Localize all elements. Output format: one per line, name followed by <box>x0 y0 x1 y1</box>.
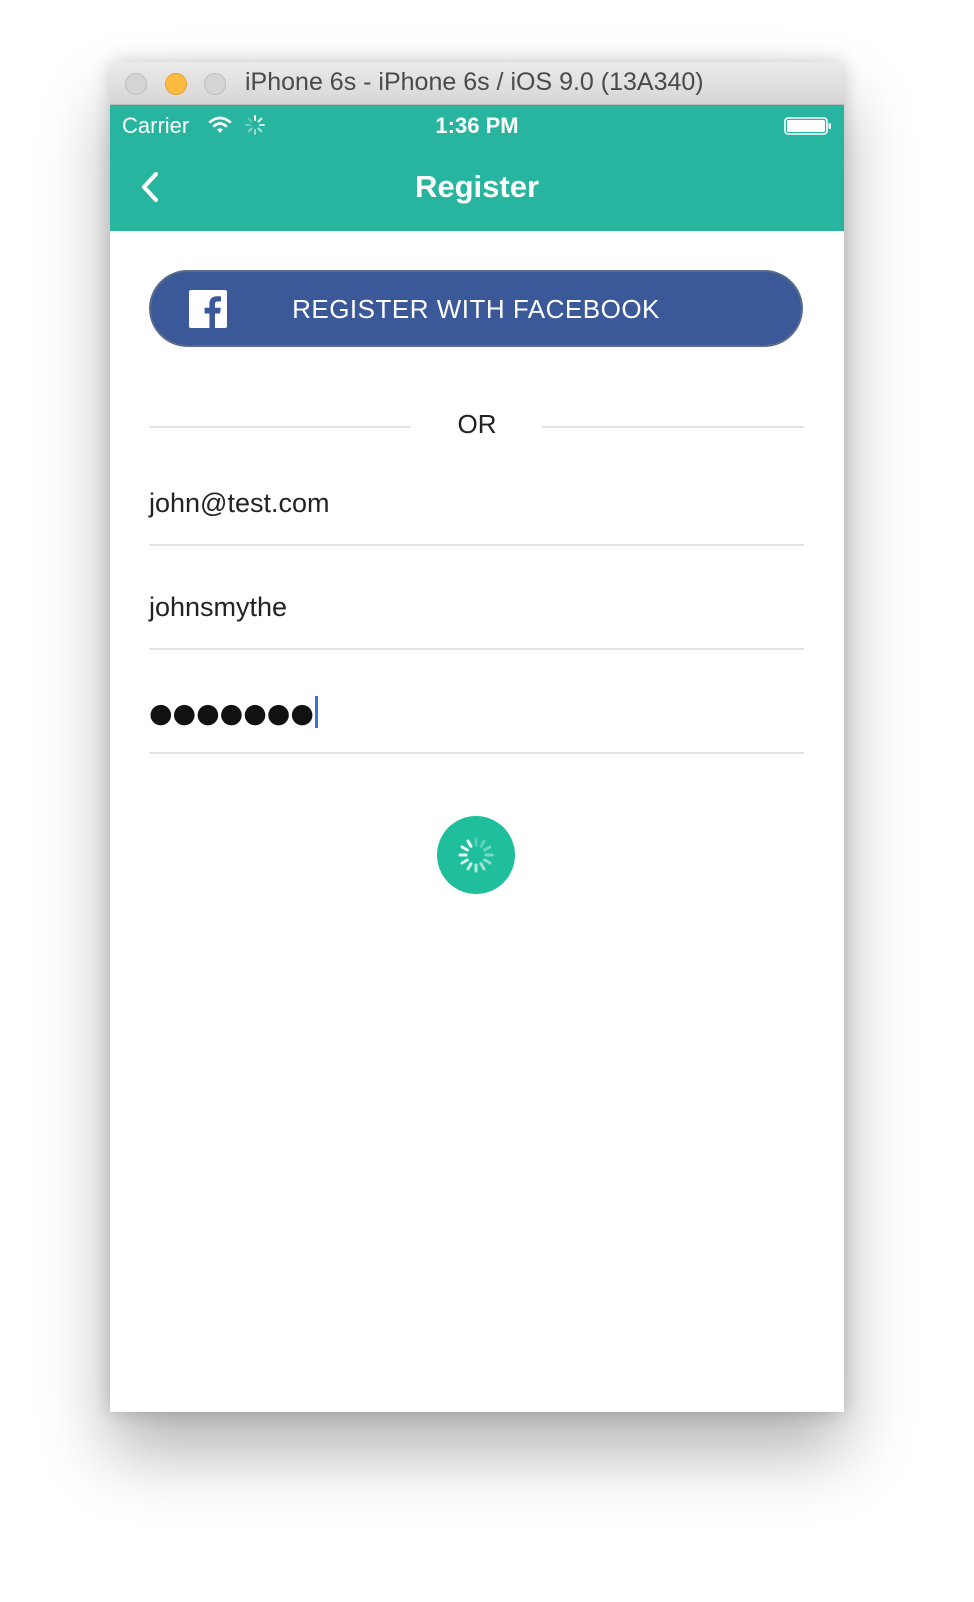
window-title: iPhone 6s - iPhone 6s / iOS 9.0 (13A340) <box>245 68 704 96</box>
window-close-button[interactable] <box>125 73 147 95</box>
register-with-facebook-button[interactable]: REGISTER WITH FACEBOOK <box>149 270 803 347</box>
register-submit-button[interactable] <box>437 816 515 894</box>
password-field[interactable]: ●●●●●●● <box>149 674 804 754</box>
screen: iPhone 6s - iPhone 6s / iOS 9.0 (13A340)… <box>0 0 974 1602</box>
window-minimize-button[interactable] <box>165 73 187 95</box>
password-mask: ●●●●●●● <box>149 698 314 729</box>
window-titlebar: iPhone 6s - iPhone 6s / iOS 9.0 (13A340) <box>110 62 844 105</box>
username-field[interactable]: johnsmythe <box>149 570 804 650</box>
page-title: Register <box>414 169 540 204</box>
password-field-value: ●●●●●●● <box>149 696 318 729</box>
username-field-value: johnsmythe <box>149 592 288 622</box>
facebook-button-label: REGISTER WITH FACEBOOK <box>292 294 660 324</box>
status-time: 1:36 PM <box>435 113 519 138</box>
window-zoom-button[interactable] <box>204 73 226 95</box>
or-divider-label: OR <box>457 409 497 439</box>
divider-line-right <box>542 426 804 428</box>
email-field-value: john@test.com <box>149 488 330 518</box>
app-header: Carrier 1:36 PM Register <box>110 105 844 231</box>
email-field[interactable]: john@test.com <box>149 466 804 546</box>
simulator-window: iPhone 6s - iPhone 6s / iOS 9.0 (13A340)… <box>110 62 844 1412</box>
text-caret <box>314 696 318 728</box>
battery-icon <box>784 117 831 135</box>
app-screen: Carrier 1:36 PM Register REGISTER WITH F… <box>110 105 844 1412</box>
spinner-icon <box>458 837 494 873</box>
